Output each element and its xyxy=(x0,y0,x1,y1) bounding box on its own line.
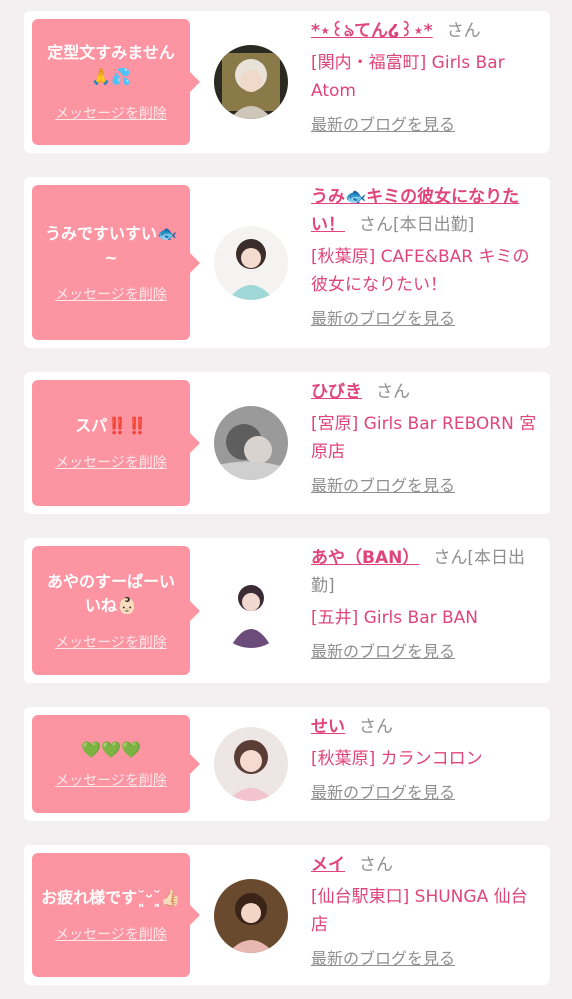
message-bubble: うみですいすい🐟~ メッセージを削除 xyxy=(32,185,200,340)
message-bubble: 💚💚💚 メッセージを削除 xyxy=(32,715,200,813)
san-suffix: さん xyxy=(446,21,481,41)
cast-info: メイ さん [仙台駅東口] SHUNGA 仙台店 最新のブログを見る xyxy=(311,851,543,973)
avatar[interactable] xyxy=(214,727,288,801)
message-card: スパ‼️‼️ メッセージを削除 ひびき さん [宮原] Girls Bar REB… xyxy=(24,372,550,514)
cast-name-link[interactable]: *⋆꒰ঌてん໒꒱⋆* xyxy=(311,21,433,41)
avatar[interactable] xyxy=(214,406,288,480)
message-bubble: 定型文すみません🙏💦 メッセージを削除 xyxy=(32,19,200,145)
san-suffix: さん xyxy=(376,382,410,402)
latest-blog-link[interactable]: 最新のブログを見る xyxy=(311,779,455,807)
message-card: 💚💚💚 メッセージを削除 せい さん [秋葉原] カランコロン 最新のブログを見る xyxy=(24,707,550,821)
message-text: 💚💚💚 xyxy=(81,740,141,759)
delete-message-link[interactable]: メッセージを削除 xyxy=(55,452,167,472)
message-card: うみですいすい🐟~ メッセージを削除 うみ🐟キミの彼女になりたい！ さん[本日出勤… xyxy=(24,177,550,348)
girl-photo-icon xyxy=(214,406,288,480)
san-suffix: さん xyxy=(359,215,393,235)
shop-name: [宮原] Girls Bar REBORN 宮原店 xyxy=(311,414,537,462)
girl-photo-icon xyxy=(214,879,288,953)
shop-name: [関内・福富町] Girls Bar Atom xyxy=(311,53,505,101)
today-badge: [本日出勤] xyxy=(393,215,475,235)
girl-photo-icon xyxy=(214,45,288,119)
san-suffix: さん xyxy=(359,717,393,737)
message-bubble: お疲れ様です˘͈ᵕ˘͈👍🏻 メッセージを削除 xyxy=(32,853,200,977)
latest-blog-link[interactable]: 最新のブログを見る xyxy=(311,305,455,333)
message-text: あやのすーぱーいいね👶🏻 xyxy=(46,571,175,615)
message-card: お疲れ様です˘͈ᵕ˘͈👍🏻 メッセージを削除 メイ さん [仙台駅東口] SHUN… xyxy=(24,845,550,985)
san-suffix: さん xyxy=(433,548,468,568)
message-text: 定型文すみません🙏💦 xyxy=(47,43,175,86)
message-bubble: スパ‼️‼️ メッセージを削除 xyxy=(32,380,200,506)
shop-name: [秋葉原] CAFE&BAR キミの彼女になりたい！ xyxy=(311,247,530,295)
shop-name: [仙台駅東口] SHUNGA 仙台店 xyxy=(311,887,528,935)
delete-message-link[interactable]: メッセージを削除 xyxy=(55,770,167,790)
shop-name: [秋葉原] カランコロン xyxy=(311,749,483,769)
delete-message-link[interactable]: メッセージを削除 xyxy=(55,284,167,304)
girl-photo-icon xyxy=(214,574,288,648)
girl-photo-icon xyxy=(214,226,288,300)
avatar[interactable] xyxy=(214,45,288,119)
cast-info: せい さん [秋葉原] カランコロン 最新のブログを見る xyxy=(311,713,543,807)
message-text: うみですいすい🐟~ xyxy=(45,223,177,267)
delete-message-link[interactable]: メッセージを削除 xyxy=(55,924,167,944)
cast-name-link[interactable]: ひびき xyxy=(311,382,362,402)
latest-blog-link[interactable]: 最新のブログを見る xyxy=(311,945,455,973)
avatar[interactable] xyxy=(214,226,288,300)
message-card: あやのすーぱーいいね👶🏻 メッセージを削除 あや（BAN） さん[本日出勤] [五… xyxy=(24,538,550,683)
cast-name-link[interactable]: あや（BAN） xyxy=(311,548,419,568)
avatar[interactable] xyxy=(214,574,288,648)
message-text: お疲れ様です˘͈ᵕ˘͈👍🏻 xyxy=(41,888,181,907)
san-suffix: さん xyxy=(359,855,393,875)
cast-name-link[interactable]: メイ xyxy=(311,855,345,875)
cast-info: うみ🐟キミの彼女になりたい！ さん[本日出勤] [秋葉原] CAFE&BAR キミ… xyxy=(311,183,543,333)
message-card: 定型文すみません🙏💦 メッセージを削除 *⋆꒰ঌてん໒꒱⋆* さん [関内・福富町… xyxy=(24,11,550,153)
latest-blog-link[interactable]: 最新のブログを見る xyxy=(311,111,455,139)
cast-name-link[interactable]: せい xyxy=(311,717,345,737)
avatar[interactable] xyxy=(214,879,288,953)
girl-photo-icon xyxy=(214,727,288,801)
message-text: スパ‼️‼️ xyxy=(75,416,147,435)
cast-info: *⋆꒰ঌてん໒꒱⋆* さん [関内・福富町] Girls Bar Atom 最新の… xyxy=(311,17,543,139)
latest-blog-link[interactable]: 最新のブログを見る xyxy=(311,472,455,500)
message-bubble: あやのすーぱーいいね👶🏻 メッセージを削除 xyxy=(32,546,200,675)
delete-message-link[interactable]: メッセージを削除 xyxy=(55,103,167,123)
cast-info: ひびき さん [宮原] Girls Bar REBORN 宮原店 最新のブログを見… xyxy=(311,378,543,500)
cast-info: あや（BAN） さん[本日出勤] [五井] Girls Bar BAN 最新のブロ… xyxy=(311,544,543,666)
latest-blog-link[interactable]: 最新のブログを見る xyxy=(311,638,455,666)
shop-name: [五井] Girls Bar BAN xyxy=(311,608,479,628)
delete-message-link[interactable]: メッセージを削除 xyxy=(55,632,167,652)
